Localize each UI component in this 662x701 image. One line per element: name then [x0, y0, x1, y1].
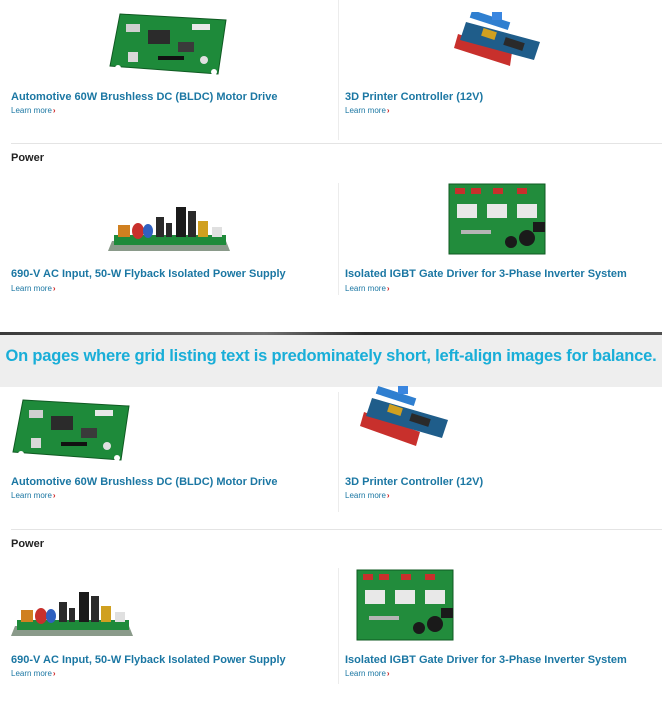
learn-more-label[interactable]: Learn more [345, 491, 386, 500]
learn-more-link[interactable]: Learn more› [345, 284, 390, 293]
learn-more-label[interactable]: Learn more [11, 491, 52, 500]
chevron-right-icon: › [52, 284, 56, 293]
learn-more-link[interactable]: Learn more› [11, 106, 56, 115]
learn-more-link[interactable]: Learn more› [11, 491, 56, 500]
chevron-right-icon: › [386, 106, 390, 115]
igbt-gate-driver-board-image[interactable] [355, 568, 457, 644]
section-divider [11, 529, 662, 530]
section-heading-power: Power [11, 538, 45, 550]
column-divider [338, 183, 339, 295]
annotation-banner-text: On pages where grid listing text is pred… [5, 347, 657, 365]
learn-more-label[interactable]: Learn more [345, 106, 386, 115]
section-divider [11, 143, 662, 144]
learn-more-link[interactable]: Learn more› [11, 284, 56, 293]
learn-more-label[interactable]: Learn more [345, 284, 386, 293]
learn-more-label[interactable]: Learn more [345, 669, 386, 678]
product-title[interactable]: 690-V AC Input, 50-W Flyback Isolated Po… [11, 654, 286, 666]
product-title[interactable]: Automotive 60W Brushless DC (BLDC) Motor… [11, 476, 277, 488]
learn-more-link[interactable]: Learn more› [345, 491, 390, 500]
chevron-right-icon: › [386, 491, 390, 500]
learn-more-label[interactable]: Learn more [11, 669, 52, 678]
3d-printer-controller-board-image[interactable] [358, 386, 452, 450]
product-title[interactable]: 3D Printer Controller (12V) [345, 91, 483, 103]
chevron-right-icon: › [52, 106, 56, 115]
chevron-right-icon: › [386, 669, 390, 678]
chevron-right-icon: › [386, 284, 390, 293]
section-heading-power: Power [11, 152, 45, 164]
bldc-motor-drive-board-image[interactable] [108, 12, 230, 78]
learn-more-link[interactable]: Learn more› [11, 669, 56, 678]
learn-more-label[interactable]: Learn more [11, 284, 52, 293]
product-title[interactable]: 3D Printer Controller (12V) [345, 476, 483, 488]
bldc-motor-drive-board-image[interactable] [11, 398, 133, 464]
flyback-power-supply-board-image[interactable] [108, 205, 232, 255]
chevron-right-icon: › [52, 669, 56, 678]
banner-top-stripe [0, 332, 662, 335]
learn-more-link[interactable]: Learn more› [345, 669, 390, 678]
column-divider [338, 568, 339, 684]
column-divider [338, 0, 339, 140]
product-title[interactable]: Isolated IGBT Gate Driver for 3-Phase In… [345, 654, 627, 666]
igbt-gate-driver-board-image[interactable] [447, 182, 549, 258]
chevron-right-icon: › [52, 491, 56, 500]
flyback-power-supply-board-image[interactable] [11, 590, 135, 640]
learn-more-link[interactable]: Learn more› [345, 106, 390, 115]
product-title[interactable]: Automotive 60W Brushless DC (BLDC) Motor… [11, 91, 277, 103]
3d-printer-controller-board-image[interactable] [452, 12, 544, 68]
learn-more-label[interactable]: Learn more [11, 106, 52, 115]
product-title[interactable]: Isolated IGBT Gate Driver for 3-Phase In… [345, 268, 627, 280]
column-divider [338, 392, 339, 512]
product-title[interactable]: 690-V AC Input, 50-W Flyback Isolated Po… [11, 268, 286, 280]
